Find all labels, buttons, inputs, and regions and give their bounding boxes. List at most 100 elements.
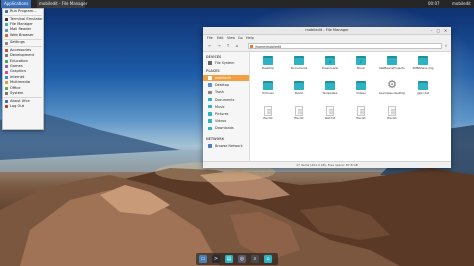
forward-icon[interactable]: →: [216, 43, 222, 49]
sidebar-header-network: NETWORK: [206, 137, 225, 141]
sidebar-item-label: Documents: [215, 97, 235, 102]
file-name: file.txt: [387, 117, 397, 120]
folder-icon: ♪: [356, 56, 366, 65]
file-item[interactable]: Desktop: [254, 54, 282, 80]
sidebar-item-label: Desktop: [215, 83, 229, 88]
file-name: gpjri.dat: [416, 92, 430, 95]
applications-menu-button[interactable]: Applications: [1, 0, 32, 8]
sidebar-item[interactable]: Documents: [203, 97, 249, 103]
sidebar-item[interactable]: Downloads: [203, 125, 249, 131]
folder-front: [294, 83, 304, 90]
file-item[interactable]: file.txt: [254, 104, 282, 130]
file-item[interactable]: ⚙ examples.desktop: [378, 79, 406, 105]
file-item[interactable]: ↓ Downloads: [316, 54, 344, 80]
user-menu[interactable]: mobiledit: [452, 0, 471, 8]
file-item[interactable]: NetBeansProjects: [378, 54, 406, 80]
dock-app-finder-icon[interactable]: ⌕: [251, 255, 259, 263]
file-name: file.txt: [263, 117, 273, 120]
file-item[interactable]: SMBShare.img: [409, 54, 437, 80]
file-name: Pictures: [262, 92, 274, 95]
up-icon[interactable]: ↑: [225, 43, 231, 49]
menu-item-icon: [5, 92, 8, 96]
text-file-icon: [357, 106, 365, 116]
clear-location-icon[interactable]: ✕: [443, 43, 449, 49]
file-name: text.txt: [324, 117, 336, 120]
menu-item-icon: [5, 99, 8, 103]
dock-terminal-icon[interactable]: >: [212, 255, 220, 263]
maximize-icon[interactable]: ▢: [436, 28, 441, 33]
close-icon[interactable]: ✕: [443, 28, 448, 33]
menu-item-icon: [5, 105, 8, 109]
folder-icon: [263, 81, 273, 90]
sidebar-item[interactable]: mobiledit: [203, 75, 249, 81]
folder-front: [263, 58, 273, 65]
file-name: SMBShare.img: [412, 67, 434, 70]
app-menu-item[interactable]: System: [3, 91, 43, 96]
folder-icon: [208, 97, 212, 102]
sidebar-item[interactable]: Videos: [203, 118, 249, 124]
sidebar-item[interactable]: Trash: [203, 89, 249, 95]
taskbar-file-manager-button[interactable]: mobiledit - File Manager: [37, 0, 87, 8]
dock-web-browser-icon[interactable]: ◎: [238, 255, 246, 263]
location-home-icon: [250, 44, 253, 48]
sidebar-item[interactable]: Browse Network: [203, 143, 249, 149]
menu-item-icon: [5, 33, 8, 37]
sidebar-item-label: Pictures: [215, 112, 229, 116]
folder-front: [356, 83, 366, 90]
app-menu-item[interactable]: Settings: [3, 40, 43, 45]
menu-item-icon: [5, 17, 8, 21]
file-item[interactable]: Public: [285, 79, 313, 105]
app-menu-item[interactable]: Run Program...: [3, 9, 43, 14]
file-item[interactable]: Pictures: [254, 79, 282, 105]
file-item[interactable]: ♪ Music: [347, 54, 375, 80]
folder-icon: [294, 56, 304, 65]
file-name: Public: [294, 92, 304, 95]
window-titlebar[interactable]: mobiledit - File Manager – ▢ ✕: [203, 27, 451, 35]
sidebar-header-devices: DEVICES: [206, 55, 222, 59]
menu-item-icon: [5, 70, 8, 74]
file-name: Desktop: [262, 67, 274, 70]
text-file-icon: [264, 106, 272, 116]
menu-item-icon: [5, 10, 8, 14]
home-icon[interactable]: ⌂: [234, 43, 240, 49]
file-name: Music: [356, 67, 366, 70]
folder-icon: [356, 81, 366, 90]
app-menu-item[interactable]: Log Out: [3, 104, 43, 109]
file-name: Downloads: [322, 67, 338, 70]
sidebar-item[interactable]: Desktop: [203, 82, 249, 88]
file-name: file.txt: [294, 117, 304, 120]
dock-home-folder-icon[interactable]: ⌂: [264, 255, 272, 263]
top-panel: Applications mobiledit - File Manager 00…: [0, 0, 474, 8]
file-item[interactable]: file.txt: [378, 104, 406, 130]
app-menu-item[interactable]: Web Browser: [3, 33, 43, 38]
sidebar-item-label: Downloads: [215, 126, 234, 131]
file-item[interactable]: file.txt: [285, 104, 313, 130]
menu-item-icon: [5, 23, 8, 27]
folder-front: [387, 58, 397, 65]
file-item[interactable]: gpjri.dat: [409, 79, 437, 105]
file-item[interactable]: Templates: [316, 79, 344, 105]
dock-show-desktop-icon[interactable]: ▭: [199, 255, 207, 263]
folder-front: [294, 58, 304, 65]
file-item[interactable]: file.txt: [347, 104, 375, 130]
dock-file-manager-icon[interactable]: ▤: [225, 255, 233, 263]
file-item[interactable]: Documents: [285, 54, 313, 80]
menu-item-icon: [5, 59, 8, 63]
file-item[interactable]: text.txt: [316, 104, 344, 130]
menu-item-icon: [5, 41, 8, 45]
folder-icon: [208, 105, 212, 109]
menu-item-icon: [5, 65, 8, 69]
sidebar-header-places: PLACES: [206, 69, 220, 73]
sidebar-item[interactable]: Pictures: [203, 111, 249, 117]
dock: ▭ > ▤ ◎ ⌕ ⌂: [196, 253, 278, 265]
minimize-icon[interactable]: –: [429, 28, 434, 33]
back-icon[interactable]: ←: [207, 43, 213, 49]
clock[interactable]: 00:07: [428, 0, 440, 8]
home-icon: [208, 76, 212, 80]
sidebar-item[interactable]: Music: [203, 104, 249, 110]
location-bar[interactable]: /home/mobiledit: [248, 43, 442, 49]
network-icon: [208, 144, 212, 148]
file-item[interactable]: Videos: [347, 79, 375, 105]
sidebar-item[interactable]: File System: [203, 60, 249, 66]
file-manager-window: mobiledit - File Manager – ▢ ✕ File Edit…: [203, 27, 451, 168]
